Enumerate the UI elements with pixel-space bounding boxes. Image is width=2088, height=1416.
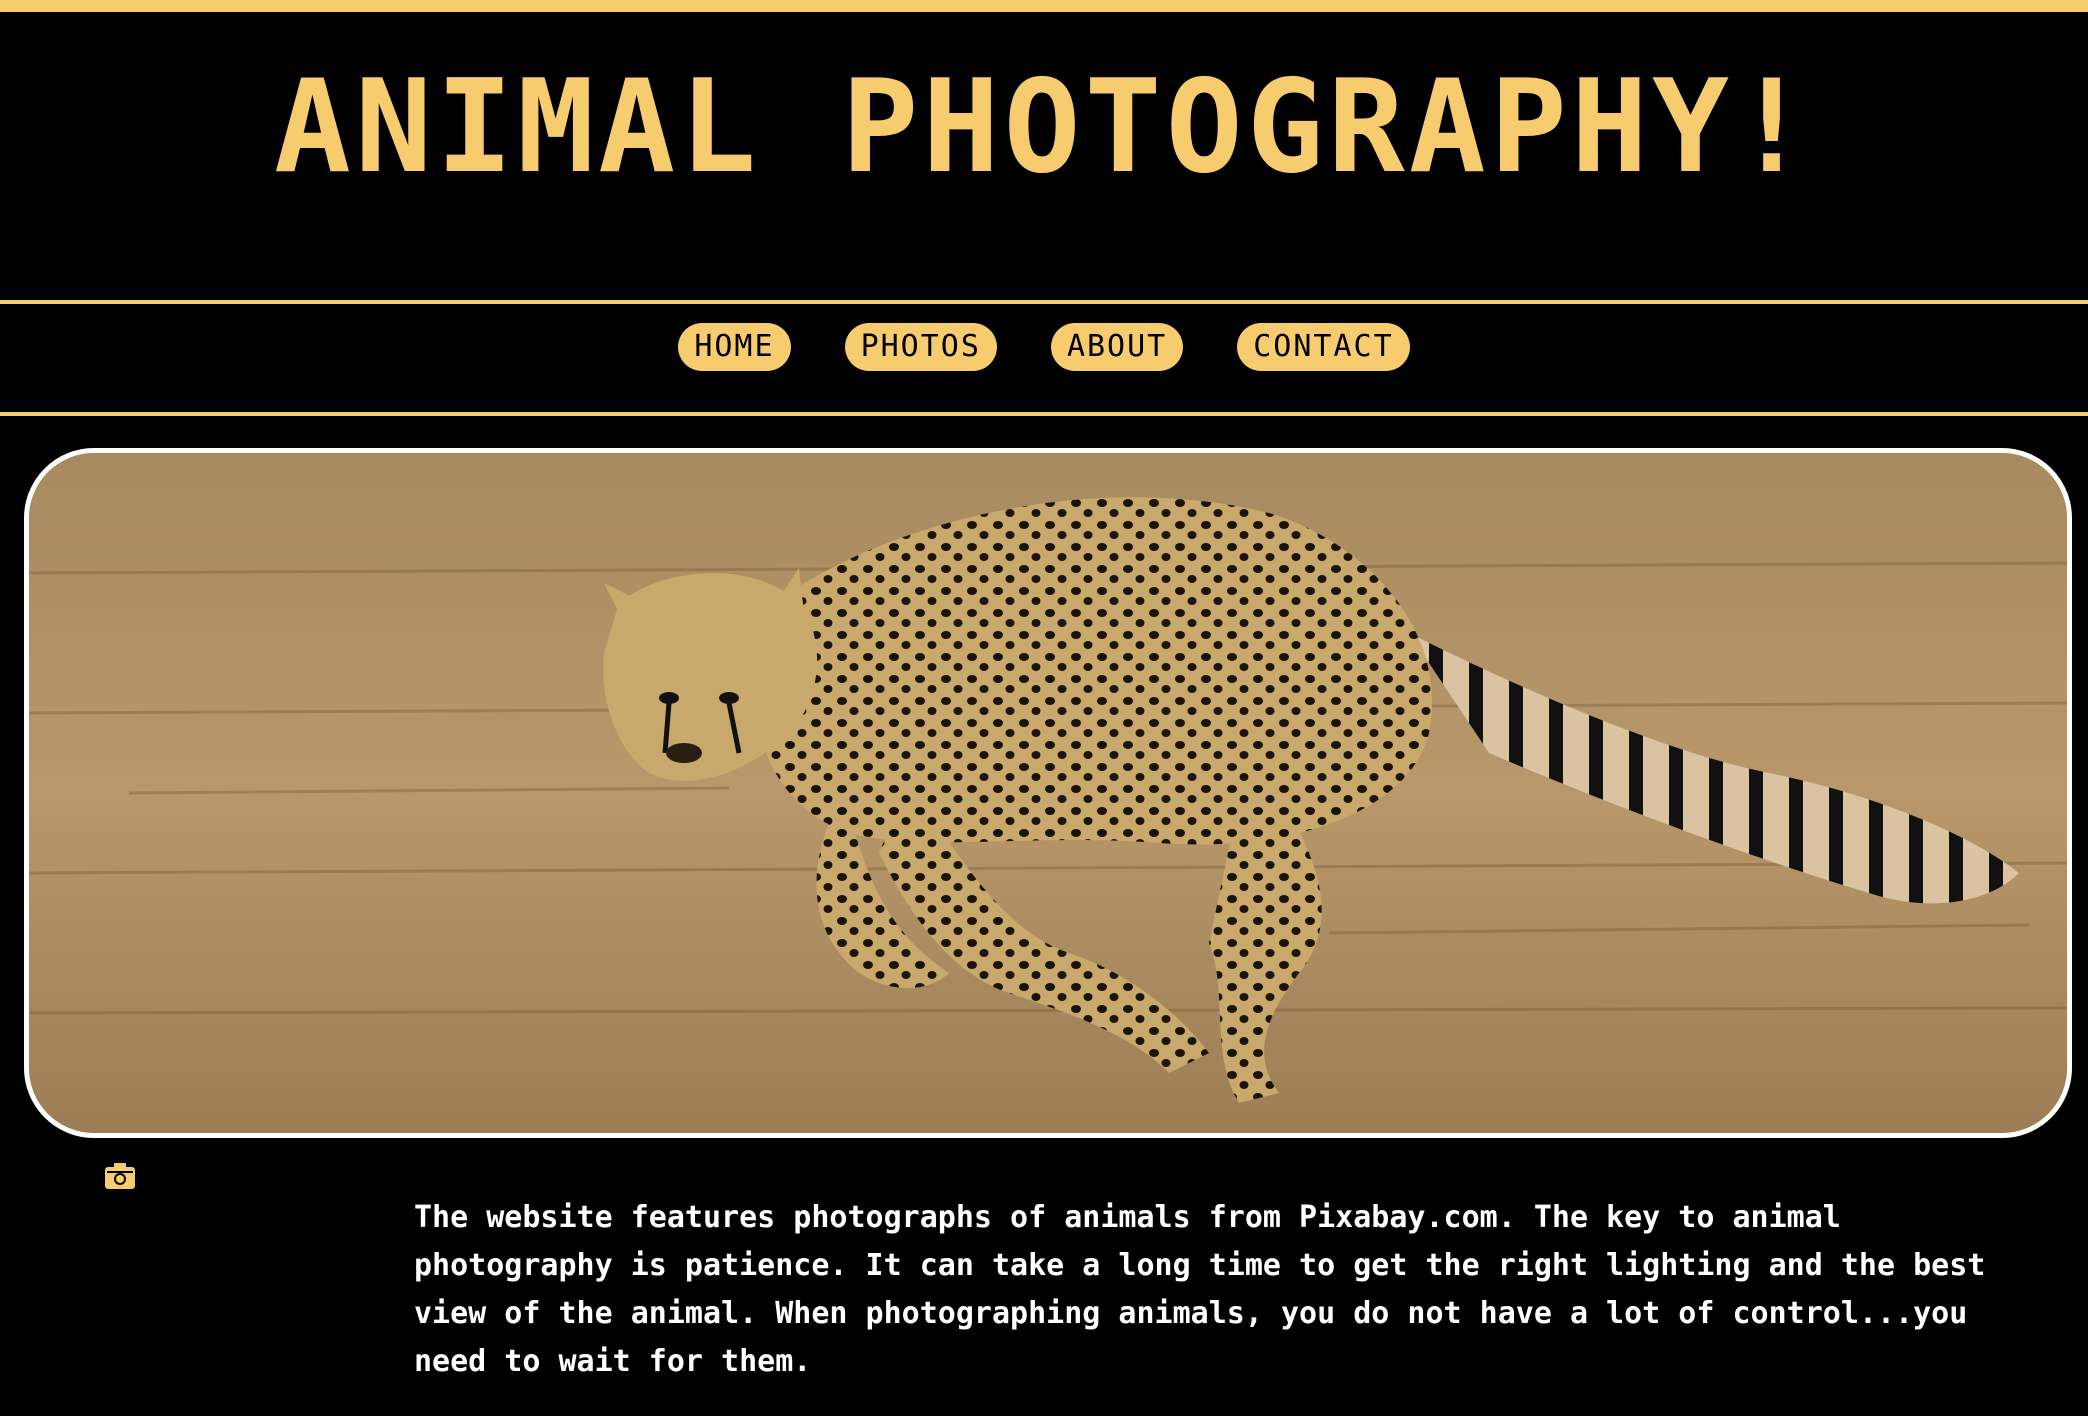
cheetah-photo: [29, 453, 2067, 1133]
main-nav: HOME PHOTOS ABOUT CONTACT: [0, 304, 2088, 412]
intro-paragraph: The website features photographs of anim…: [414, 1200, 1986, 1379]
nav-home-link[interactable]: HOME: [678, 323, 791, 371]
camera-icon: [104, 1162, 136, 1190]
nav-about-link[interactable]: ABOUT: [1050, 323, 1184, 371]
nav-photos-link[interactable]: PHOTOS: [844, 323, 997, 371]
nav-contact-link[interactable]: CONTACT: [1237, 323, 1410, 371]
site-title: ANIMAL PHOTOGRAPHY!: [273, 53, 1815, 202]
nav-divider-bottom: [0, 412, 2088, 416]
top-accent-stripe: [0, 0, 2088, 12]
hero-image: [24, 448, 2072, 1138]
